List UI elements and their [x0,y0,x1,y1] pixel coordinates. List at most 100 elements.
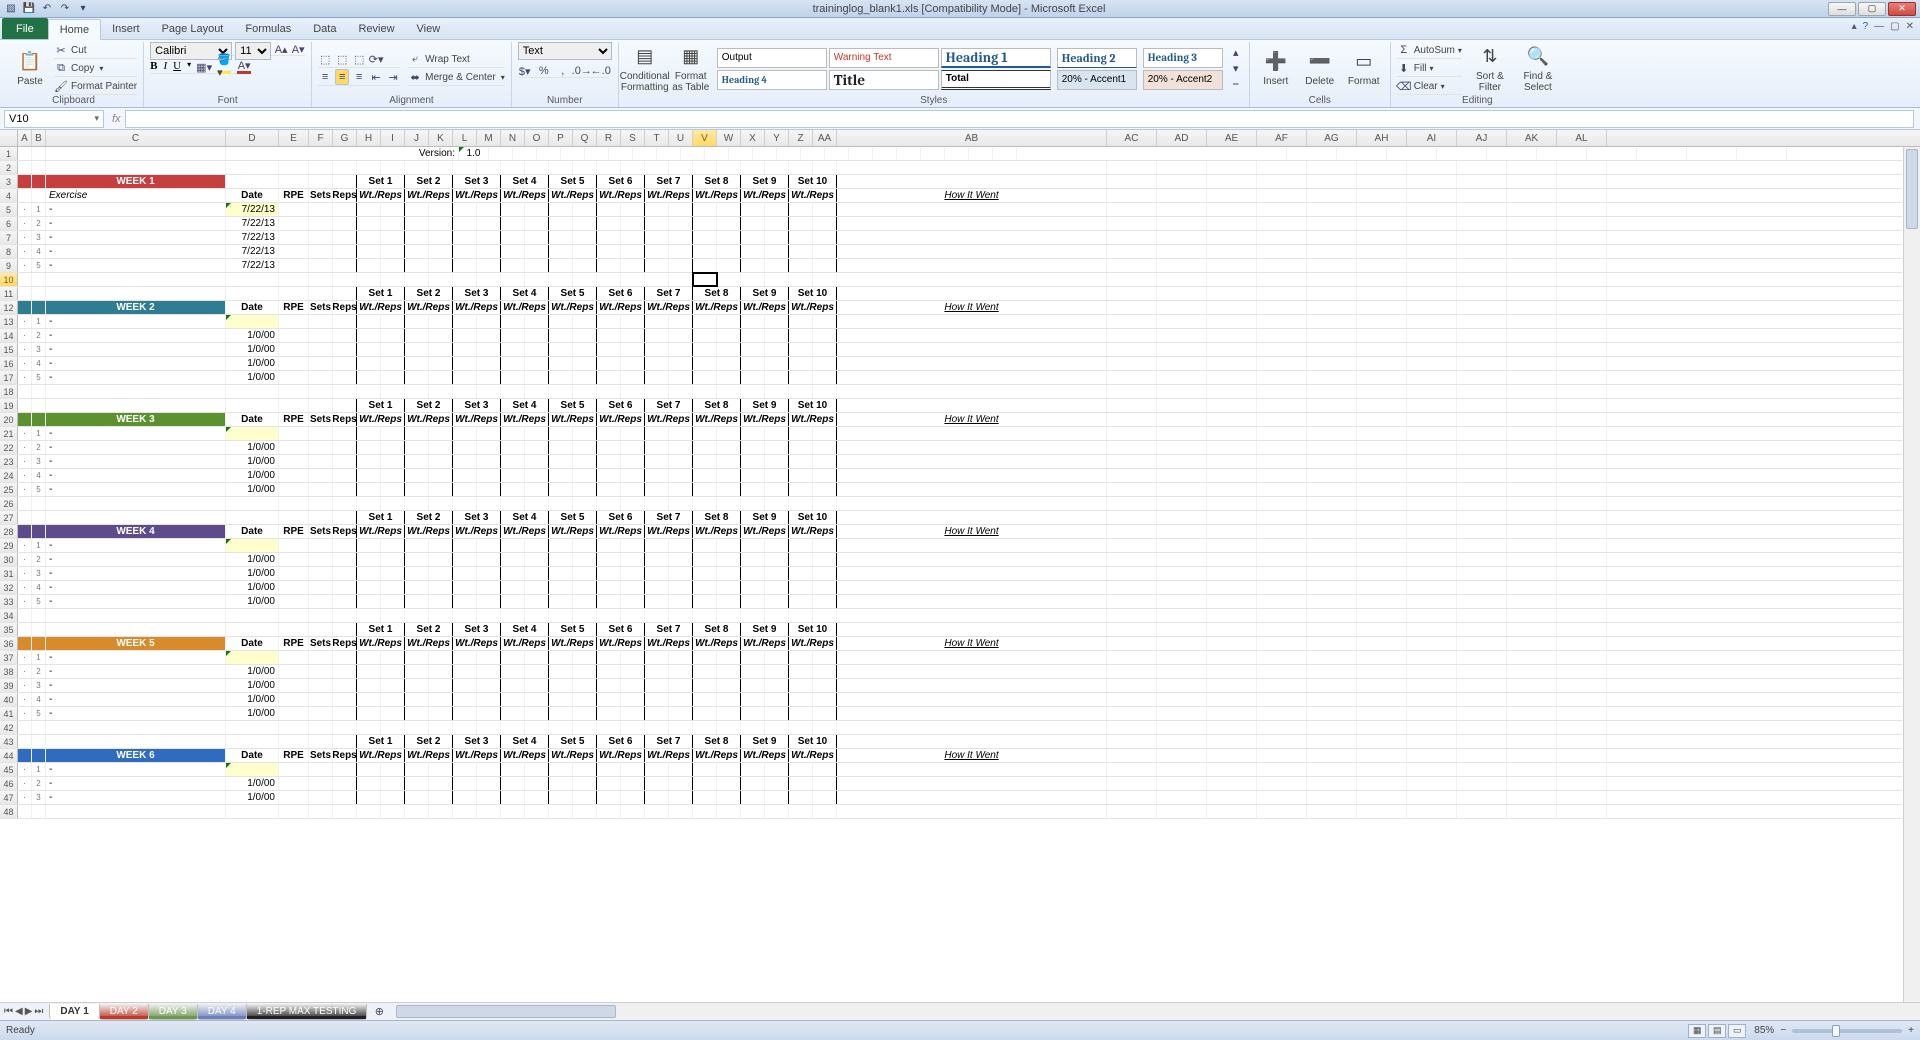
cell[interactable]: Wt./Reps [405,413,453,426]
cell[interactable] [837,581,1107,594]
cell[interactable] [825,147,849,160]
cell[interactable] [279,245,309,258]
cell[interactable] [357,777,381,790]
cell[interactable] [525,679,549,692]
cell[interactable] [1457,231,1507,244]
cell[interactable]: 1 [32,427,46,440]
cell[interactable] [279,623,309,636]
cell[interactable] [669,497,693,510]
row-header[interactable]: 12 [0,301,18,314]
cell[interactable] [525,357,549,370]
cell[interactable] [645,567,669,580]
cell[interactable] [46,735,226,748]
cell[interactable] [669,245,693,258]
cell[interactable]: 1.0 [459,147,489,160]
cell[interactable] [381,763,405,776]
row-header[interactable]: 13 [0,315,18,328]
paste-button[interactable]: 📋 Paste [10,50,50,87]
cell[interactable] [789,791,813,804]
cell[interactable]: - [46,777,226,790]
cell[interactable]: · [18,679,32,692]
cell[interactable] [1157,567,1207,580]
cell[interactable] [765,203,789,216]
cell[interactable] [765,161,789,174]
cell[interactable] [309,581,333,594]
cell[interactable] [1407,651,1457,664]
cell[interactable] [1557,273,1607,286]
column-header[interactable]: X [741,130,765,146]
cell[interactable] [405,581,429,594]
cell[interactable]: Wt./Reps [357,301,405,314]
cell[interactable]: How It Went [837,749,1107,762]
cell[interactable] [813,707,837,720]
cell[interactable] [279,329,309,342]
cell[interactable] [813,217,837,230]
cell[interactable] [1407,525,1457,538]
cell[interactable] [1207,497,1257,510]
cell[interactable] [525,161,549,174]
cell[interactable] [1157,651,1207,664]
cell[interactable] [429,203,453,216]
cell[interactable]: Wt./Reps [597,301,645,314]
cell[interactable] [549,245,573,258]
cell[interactable] [573,539,597,552]
cell[interactable] [1257,189,1307,202]
cell[interactable] [32,301,46,314]
cell[interactable]: Wt./Reps [693,637,741,650]
cell[interactable] [765,259,789,272]
cell[interactable] [705,147,729,160]
tab-last-icon[interactable]: ⏭ [34,1006,43,1017]
cell[interactable]: Set 7 [645,511,693,524]
cell[interactable] [1257,427,1307,440]
cell[interactable]: Wt./Reps [405,189,453,202]
cell[interactable] [765,231,789,244]
cell[interactable]: - [46,427,226,440]
cell[interactable] [1257,175,1307,188]
cell[interactable] [669,763,693,776]
fx-icon[interactable]: fx [112,113,121,125]
cell[interactable] [597,497,621,510]
cell[interactable] [717,427,741,440]
cell[interactable]: Set 4 [501,287,549,300]
cell[interactable]: 3 [32,567,46,580]
cell[interactable] [573,763,597,776]
cell[interactable] [741,441,765,454]
cell[interactable] [333,161,357,174]
cell[interactable] [597,469,621,482]
cell[interactable] [32,413,46,426]
cell[interactable] [1257,511,1307,524]
cell[interactable] [789,469,813,482]
cell[interactable] [1557,735,1607,748]
cell[interactable] [1157,287,1207,300]
row-header[interactable]: 37 [0,651,18,664]
cell[interactable] [309,245,333,258]
cell[interactable]: Set 3 [453,623,501,636]
cell[interactable] [1557,693,1607,706]
cell[interactable] [789,315,813,328]
cell[interactable] [1387,147,1437,160]
cell[interactable] [741,245,765,258]
cell[interactable] [621,217,645,230]
cell[interactable]: Wt./Reps [501,413,549,426]
cell[interactable] [1457,287,1507,300]
cell[interactable] [741,679,765,692]
cell[interactable] [1307,357,1357,370]
cell[interactable] [549,161,573,174]
cell[interactable]: WEEK 3 [46,413,226,426]
cell[interactable] [1457,399,1507,412]
cell[interactable] [693,329,717,342]
cell[interactable] [837,595,1107,608]
cell[interactable] [597,567,621,580]
cell[interactable] [477,553,501,566]
cell[interactable] [405,231,429,244]
cell[interactable] [645,777,669,790]
cell[interactable] [1107,567,1157,580]
cell[interactable] [501,721,525,734]
cell[interactable] [669,455,693,468]
cell[interactable] [1307,217,1357,230]
cell[interactable] [813,483,837,496]
cell[interactable] [1407,399,1457,412]
cell[interactable] [333,231,357,244]
cell[interactable] [429,259,453,272]
cell[interactable]: Wt./Reps [693,525,741,538]
